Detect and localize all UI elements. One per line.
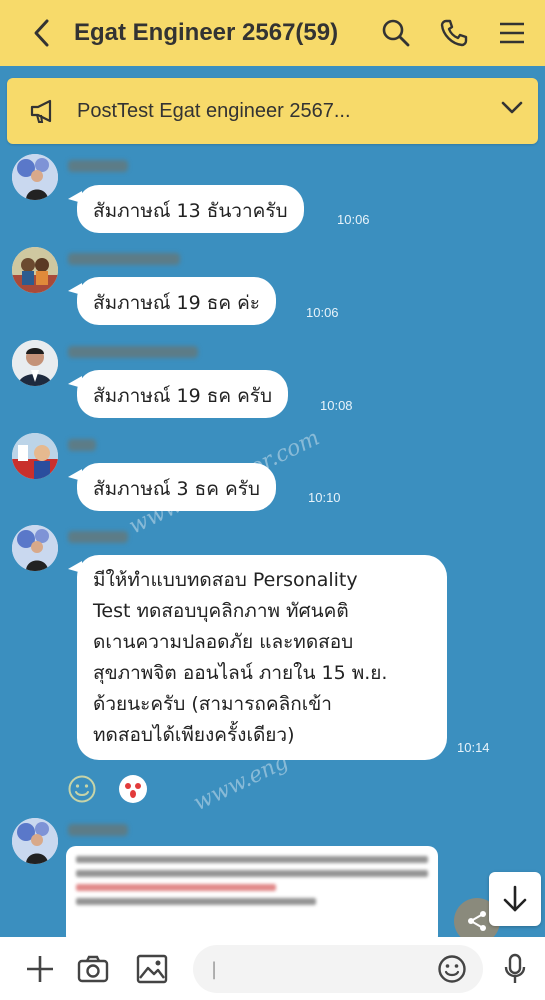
avatar[interactable]	[12, 154, 58, 200]
sender-name	[68, 253, 180, 265]
announcement-text: PostTest Egat engineer 2567...	[77, 99, 351, 122]
message-bubble[interactable]: สัมภาษณ์ 13 ธันวาครับ	[68, 185, 304, 233]
image-message[interactable]	[66, 846, 438, 946]
emoji-icon	[438, 955, 466, 983]
message-bubble[interactable]: สัมภาษณ์ 19 ธค ค่ะ	[68, 277, 276, 325]
back-button[interactable]	[22, 13, 62, 53]
megaphone-icon	[29, 96, 59, 126]
image-text-line	[76, 870, 428, 877]
arrow-down-icon	[503, 885, 527, 912]
search-icon	[382, 19, 410, 47]
sender-name	[68, 160, 128, 172]
sender-name	[68, 824, 128, 836]
message-line: ทดสอบได้เพียงครั้งเดียว)	[93, 724, 295, 746]
emoji-button[interactable]	[430, 947, 474, 991]
message-text: สัมภาษณ์ 19 ธค ค่ะ	[93, 292, 260, 314]
avatar[interactable]	[12, 340, 58, 386]
camera-button[interactable]	[71, 947, 115, 991]
message-time: 10:14	[457, 740, 490, 755]
expand-announcement-button[interactable]	[500, 100, 524, 120]
image-text-line	[76, 898, 316, 905]
smiley-icon	[68, 775, 96, 803]
message-time: 10:06	[337, 212, 370, 227]
message-line: สุขภาพจิต ออนไลน์ ภายใน 15 พ.ย.	[93, 662, 388, 684]
avatar[interactable]	[12, 433, 58, 479]
voice-button[interactable]	[493, 947, 537, 991]
menu-button[interactable]	[490, 11, 534, 55]
sender-name	[68, 346, 198, 358]
message-bubble[interactable]: สัมภาษณ์ 19 ธค ครับ	[67, 370, 289, 418]
share-icon	[468, 911, 486, 931]
call-button[interactable]	[432, 11, 476, 55]
surprised-face-icon	[119, 775, 147, 803]
message-line: Test ทดสอบบุคลิกภาพ ทัศนคติ	[93, 600, 349, 622]
chevron-down-icon	[501, 101, 523, 114]
message-text: สัมภาษณ์ 3 ธค ครับ	[93, 478, 260, 500]
message-time: 10:08	[320, 398, 353, 413]
avatar[interactable]	[12, 818, 58, 864]
image-text-line	[76, 856, 428, 863]
message-time: 10:10	[308, 490, 341, 505]
chat-header: Egat Engineer 2567(59)	[0, 0, 545, 66]
chevron-left-icon	[34, 19, 49, 47]
announcement-banner[interactable]: PostTest Egat engineer 2567...	[7, 78, 538, 144]
hamburger-menu-icon	[500, 22, 524, 44]
message-line: ด้วยนะครับ (สามารถคลิกเข้า	[93, 693, 332, 715]
search-button[interactable]	[374, 11, 418, 55]
sender-name	[68, 531, 128, 543]
plus-button[interactable]	[18, 947, 62, 991]
sender-name	[68, 439, 96, 451]
reaction-sticker[interactable]	[117, 773, 149, 805]
microphone-icon	[504, 953, 526, 983]
message-line: ดเานความปลอดภัย และทดสอบ	[93, 631, 354, 653]
camera-icon	[77, 955, 109, 983]
image-icon	[136, 954, 168, 984]
message-time: 10:06	[306, 305, 339, 320]
input-cursor: |	[211, 958, 218, 980]
message-bubble[interactable]: สัมภาษณ์ 3 ธค ครับ	[68, 463, 276, 511]
message-text: สัมภาษณ์ 19 ธค ครับ	[93, 385, 273, 407]
chat-title: Egat Engineer 2567(59)	[74, 19, 339, 46]
phone-icon	[440, 19, 468, 47]
avatar[interactable]	[12, 525, 58, 571]
message-text: สัมภาษณ์ 13 ธันวาครับ	[93, 200, 288, 222]
image-text-line	[76, 884, 276, 891]
add-reaction-button[interactable]	[66, 773, 98, 805]
gallery-button[interactable]	[130, 947, 174, 991]
message-bubble[interactable]: มีให้ทำแบบทดสอบ Personality Test ทดสอบบุ…	[68, 555, 447, 760]
plus-icon	[27, 956, 53, 982]
scroll-to-bottom-button[interactable]	[489, 872, 541, 926]
avatar[interactable]	[12, 247, 58, 293]
message-line: มีให้ทำแบบทดสอบ Personality	[93, 569, 358, 591]
message-composer: |	[0, 937, 545, 1000]
